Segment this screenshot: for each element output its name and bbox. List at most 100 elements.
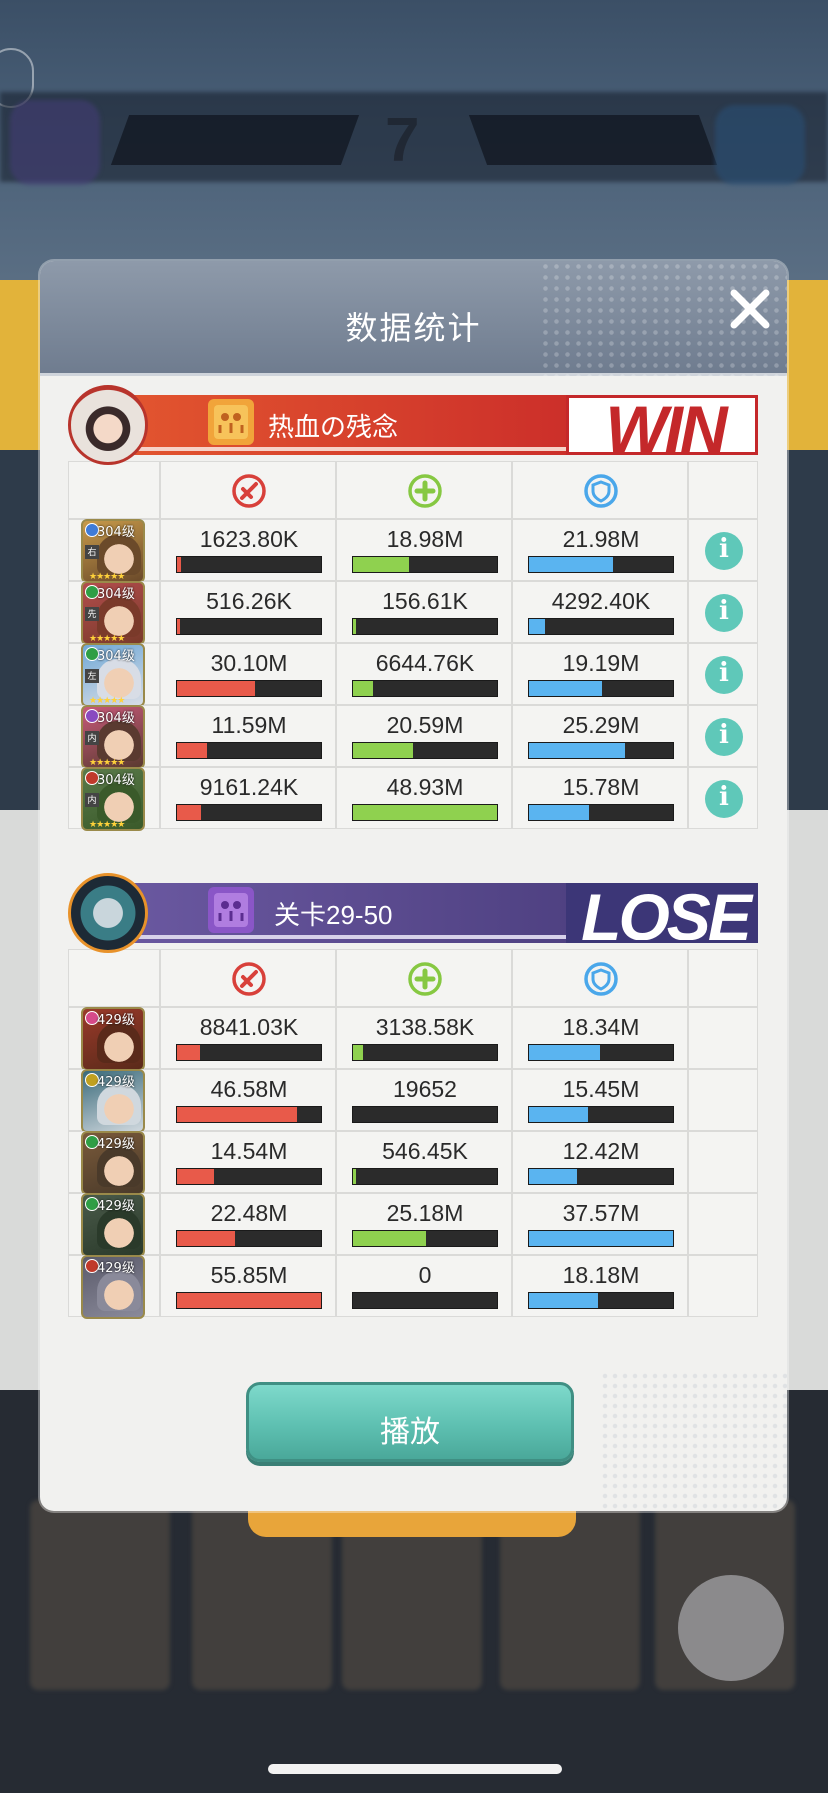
hero-portrait[interactable]: 429级 — [81, 1069, 145, 1133]
heal-cell: 156.61K — [336, 581, 512, 643]
heal-value: 20.59M — [386, 712, 464, 738]
defense-cell: 4292.40K — [512, 581, 688, 643]
heal-bar-fill — [353, 557, 410, 572]
damage-bar — [176, 680, 322, 697]
heal-value: 48.93M — [386, 774, 464, 800]
hero-cell: 429级 — [68, 1069, 160, 1133]
empty-cell — [688, 1255, 758, 1317]
background-hero-card — [30, 1500, 170, 1690]
hero-face — [97, 783, 141, 823]
heal-value: 25.18M — [386, 1200, 464, 1226]
header-cell — [512, 949, 688, 1007]
enemy-avatar — [68, 873, 148, 953]
damage-cell: 1623.80K — [160, 519, 336, 581]
info-cell: i — [688, 581, 758, 643]
battle-stats-dialog: 数据统计 热血の残念 WIN 304级 右 ★★★★★ 1623.80K 18.… — [40, 261, 787, 1511]
heal-bar — [352, 804, 498, 821]
heal-icon — [407, 961, 443, 997]
heal-cell: 546.45K — [336, 1131, 512, 1193]
hero-cell: 429级 — [68, 1131, 160, 1195]
hero-portrait[interactable]: 429级 — [81, 1193, 145, 1257]
defense-value: 15.78M — [562, 774, 640, 800]
damage-bar-fill — [177, 681, 255, 696]
defense-value: 21.98M — [562, 526, 640, 552]
hero-cell: 304级先 ★★★★★ — [68, 581, 160, 645]
result-badge-lose: LOSE — [566, 883, 758, 943]
defense-bar-fill — [529, 743, 626, 758]
close-icon — [730, 289, 770, 329]
hero-portrait[interactable]: 429级 — [81, 1131, 145, 1195]
heal-bar-fill — [353, 1045, 364, 1060]
defense-bar — [528, 618, 674, 635]
defense-cell: 12.42M — [512, 1131, 688, 1193]
damage-cell: 11.59M — [160, 705, 336, 767]
defense-bar — [528, 1168, 674, 1185]
play-button[interactable]: 播放 — [246, 1382, 574, 1462]
info-button[interactable]: i — [705, 656, 743, 694]
hero-portrait[interactable]: 304级先 ★★★★★ — [81, 581, 145, 645]
defense-value: 18.34M — [562, 1014, 640, 1040]
defense-cell: 18.18M — [512, 1255, 688, 1317]
hero-level: 429级 — [97, 1013, 135, 1028]
info-button[interactable]: i — [705, 532, 743, 570]
table-row: 429级 22.48M 25.18M 37.57M — [68, 1193, 758, 1257]
defense-bar — [528, 680, 674, 697]
hero-portrait[interactable]: 304级左 ★★★★★ — [81, 643, 145, 707]
defense-cell: 21.98M — [512, 519, 688, 581]
defense-value: 18.18M — [562, 1262, 640, 1288]
heal-bar — [352, 680, 498, 697]
damage-value: 55.85M — [210, 1262, 288, 1288]
damage-cell: 55.85M — [160, 1255, 336, 1317]
hero-role-badge: 内 — [85, 793, 99, 807]
team-banner-win: 热血の残念 WIN — [68, 385, 758, 465]
hero-portrait[interactable]: 429级 — [81, 1007, 145, 1071]
header-action-cell — [688, 461, 758, 519]
hero-portrait[interactable]: 304级右 ★★★★★ — [81, 519, 145, 583]
home-indicator[interactable] — [268, 1764, 562, 1774]
close-button[interactable] — [722, 281, 778, 337]
heal-value: 3138.58K — [375, 1014, 475, 1040]
damage-bar-fill — [177, 1231, 235, 1246]
result-badge-win: WIN — [566, 395, 758, 455]
heal-bar — [352, 1292, 498, 1309]
damage-bar-fill — [177, 1293, 321, 1308]
info-cell: i — [688, 643, 758, 705]
hero-cell: 429级 — [68, 1255, 160, 1319]
damage-cell: 30.10M — [160, 643, 336, 705]
defense-bar-fill — [529, 619, 545, 634]
damage-bar-fill — [177, 743, 208, 758]
hero-level: 429级 — [97, 1261, 135, 1276]
info-button[interactable]: i — [705, 780, 743, 818]
table-row: 304级左 ★★★★★ 30.10M 6644.76K 19.19M i — [68, 643, 758, 707]
team-flag-icon — [208, 399, 254, 445]
heal-bar-fill — [353, 1231, 427, 1246]
info-button[interactable]: i — [705, 594, 743, 632]
defense-value: 15.45M — [562, 1076, 640, 1102]
defense-cell: 25.29M — [512, 705, 688, 767]
team-avatar — [68, 385, 148, 465]
info-icon: i — [719, 534, 729, 564]
hero-portrait[interactable]: 429级 — [81, 1255, 145, 1319]
damage-cell: 516.26K — [160, 581, 336, 643]
hero-portrait[interactable]: 304级内 ★★★★★ — [81, 705, 145, 769]
defense-icon — [583, 961, 619, 997]
damage-bar — [176, 618, 322, 635]
hero-stars: ★★★★★ — [89, 819, 125, 829]
hero-role-badge: 右 — [85, 545, 99, 559]
table-row: 429级 55.85M 0 18.18M — [68, 1255, 758, 1319]
hero-cell: 304级内 ★★★★★ — [68, 705, 160, 769]
header-cell — [336, 949, 512, 1007]
defense-value: 19.19M — [562, 650, 640, 676]
info-button[interactable]: i — [705, 718, 743, 756]
attack-icon — [231, 961, 267, 997]
defense-icon — [583, 473, 619, 509]
heal-cell: 19652 — [336, 1069, 512, 1131]
heal-bar — [352, 1168, 498, 1185]
info-icon: i — [719, 720, 729, 750]
hero-face — [97, 1147, 141, 1187]
hero-portrait[interactable]: 304级内 ★★★★★ — [81, 767, 145, 831]
defense-cell: 15.78M — [512, 767, 688, 829]
damage-bar — [176, 1106, 322, 1123]
table-row: 304级内 ★★★★★ 11.59M 20.59M 25.29M i — [68, 705, 758, 769]
info-icon: i — [719, 596, 729, 626]
